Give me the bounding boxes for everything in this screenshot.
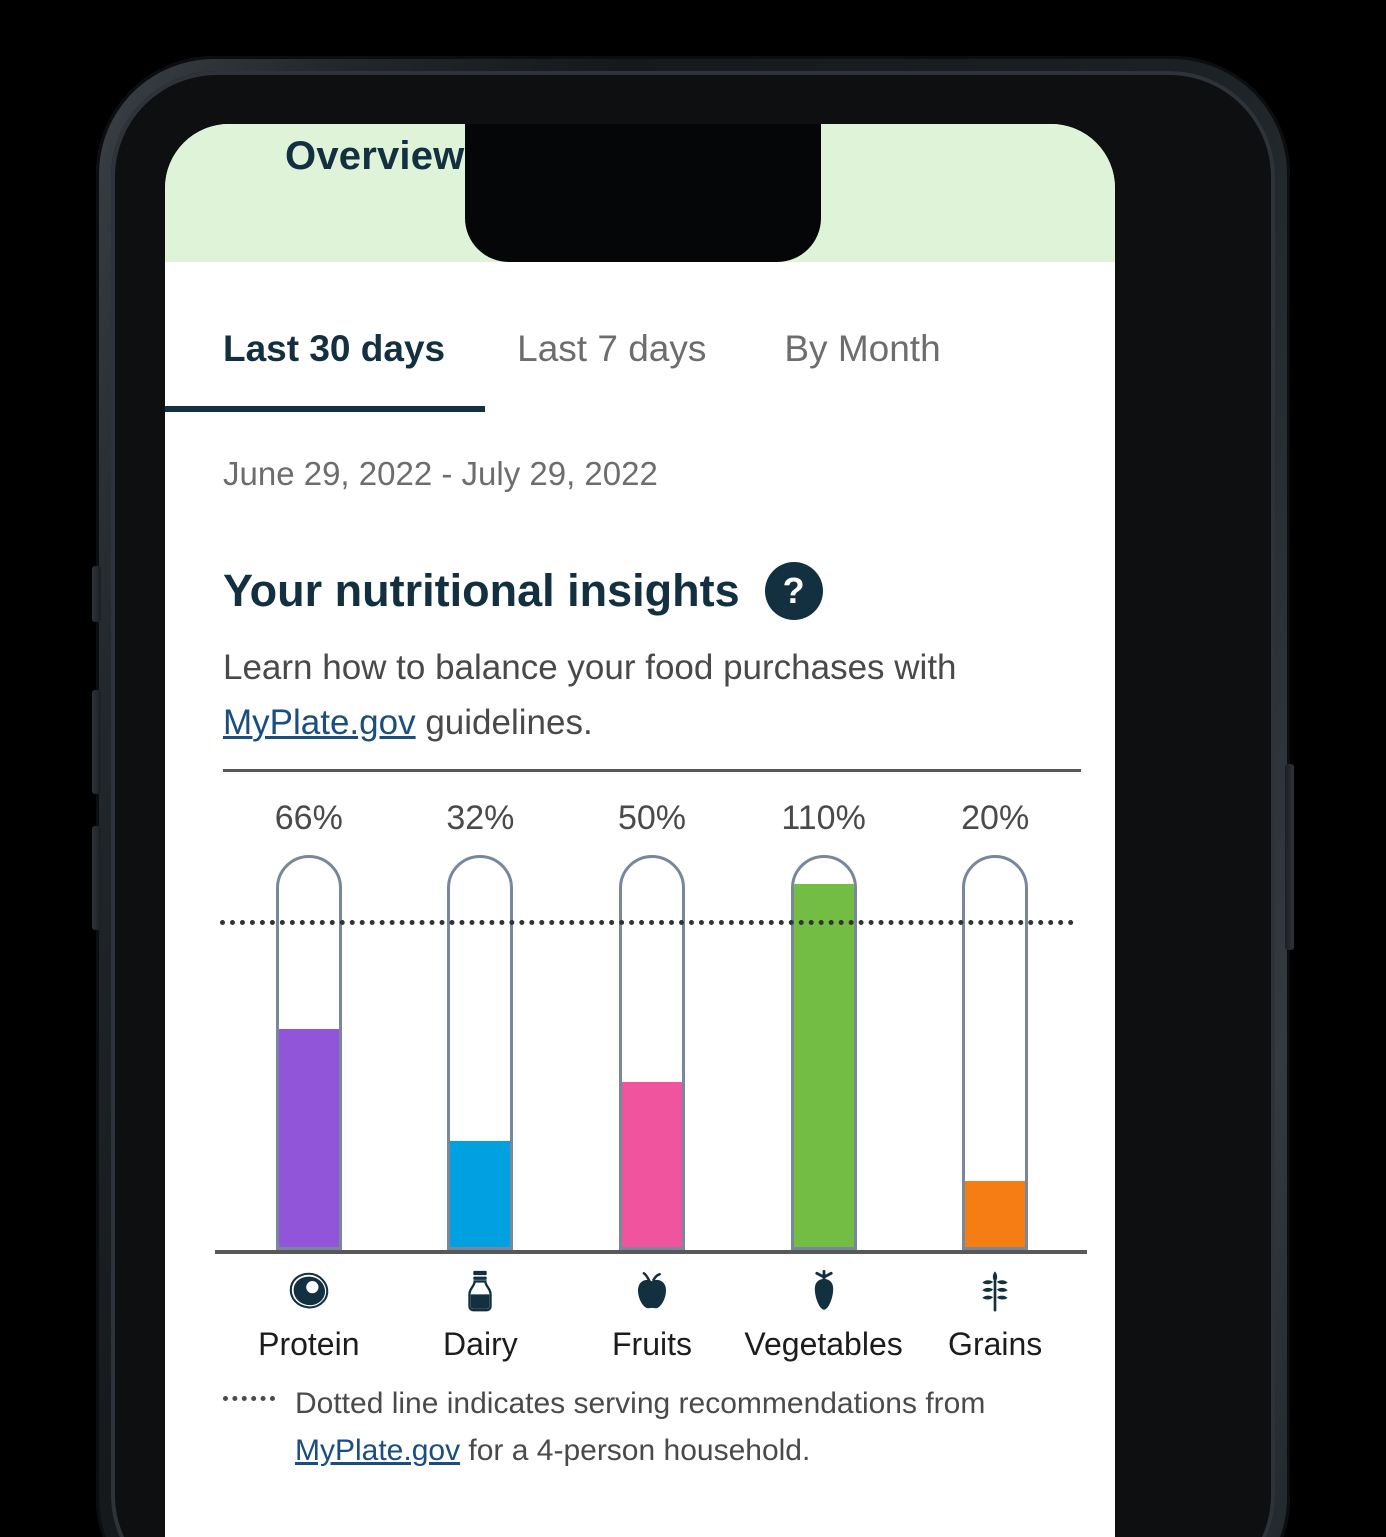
subtitle-text-after: guidelines. (415, 702, 593, 742)
page-title: Your nutritional insights (223, 565, 740, 616)
chart-top-divider (223, 769, 1081, 772)
power-button[interactable] (1285, 764, 1294, 950)
phone-notch (465, 124, 821, 262)
section-heading-row: Your nutritional insights ? (223, 562, 823, 620)
legend-item-dairy: Dairy (395, 1266, 567, 1386)
recommendation-reference-line (220, 920, 1074, 925)
bar-fill-protein (278, 1029, 339, 1247)
bar-fill-dairy (450, 1141, 511, 1247)
mute-switch[interactable] (92, 566, 101, 622)
bar-cell-dairy (395, 855, 567, 1250)
chart-footnote: Dotted line indicates serving recommenda… (223, 1380, 1073, 1475)
legend-label-dairy: Dairy (443, 1326, 518, 1362)
phone-screen: Overview Last 30 days Last 7 days By Mon… (165, 124, 1115, 1537)
bar-tube-grains (962, 855, 1029, 1250)
footnote-line-2: MyPlate.gov for a 4-person household. (223, 1427, 1073, 1474)
bar-tubes (223, 855, 1081, 1250)
tab-last-7-days[interactable]: Last 7 days (517, 306, 706, 367)
footnote-line-1: Dotted line indicates serving recommenda… (295, 1387, 986, 1420)
category-legend: Protein Dairy Fruits Vegetables Grains (223, 1266, 1081, 1386)
subtitle-text-before: Learn how to balance your food purchases… (223, 648, 957, 687)
bar-cell-protein (223, 855, 395, 1250)
wheat-icon (982, 1271, 1008, 1312)
bar-tube-vegetables (790, 855, 857, 1250)
legend-label-fruits: Fruits (611, 1326, 692, 1362)
bar-cell-fruits (566, 855, 738, 1250)
legend-label-protein: Protein (258, 1326, 360, 1362)
banner-title: Overview (285, 134, 465, 178)
active-tab-indicator (165, 406, 485, 412)
apple-icon (637, 1272, 666, 1309)
myplate-link[interactable]: MyPlate.gov (223, 703, 416, 742)
chart-plot-area (220, 855, 1081, 1250)
percent-label-protein: 66% (274, 799, 343, 837)
bar-fill-vegetables (793, 884, 854, 1247)
percent-label-dairy: 32% (446, 799, 515, 837)
steak-icon (289, 1272, 329, 1309)
legend-label-vegetables: Vegetables (744, 1326, 903, 1362)
legend-item-fruits: Fruits (566, 1266, 738, 1386)
legend-label-grains: Grains (948, 1326, 1043, 1362)
date-range-label: June 29, 2022 - July 29, 2022 (223, 455, 658, 492)
percent-label-vegetables: 110% (781, 799, 866, 837)
bar-fill-fruits (621, 1082, 682, 1247)
legend-item-protein: Protein (223, 1266, 395, 1386)
tab-bar: Last 30 days Last 7 days By Month (165, 306, 1115, 414)
legend-item-vegetables: Vegetables (738, 1266, 910, 1386)
bar-tube-fruits (618, 855, 685, 1250)
volume-up-button[interactable] (92, 690, 101, 794)
bar-fill-grains (965, 1181, 1026, 1247)
legend-item-grains: Grains (909, 1266, 1081, 1386)
volume-down-button[interactable] (92, 826, 101, 930)
myplate-footnote-link[interactable]: MyPlate.gov (295, 1434, 460, 1467)
section-subtitle: Learn how to balance your food purchases… (223, 641, 1063, 750)
chart-baseline-axis (215, 1250, 1087, 1254)
bar-tube-dairy (447, 855, 514, 1250)
footnote-text-after: for a 4-person household. (460, 1434, 811, 1468)
nutrition-chart: 66% 32% 50% 110% 20% Protein Dairy Fruit… (215, 769, 1087, 1369)
bar-tube-protein (275, 855, 342, 1250)
percent-label-grains: 20% (961, 799, 1030, 837)
bar-cell-vegetables (738, 855, 910, 1250)
tab-by-month[interactable]: By Month (784, 306, 940, 367)
screenshot-stage: Overview Last 30 days Last 7 days By Mon… (0, 0, 1386, 1537)
help-icon[interactable]: ? (764, 562, 823, 620)
dotted-line-swatch (223, 1396, 275, 1401)
bar-cell-grains (909, 855, 1081, 1250)
percent-label-fruits: 50% (617, 799, 687, 837)
milk-bottle-icon (468, 1270, 493, 1312)
percentage-label-row: 66% 32% 50% 110% 20% (223, 793, 1081, 843)
tab-last-30-days[interactable]: Last 30 days (223, 306, 445, 367)
carrot-icon (814, 1269, 833, 1310)
